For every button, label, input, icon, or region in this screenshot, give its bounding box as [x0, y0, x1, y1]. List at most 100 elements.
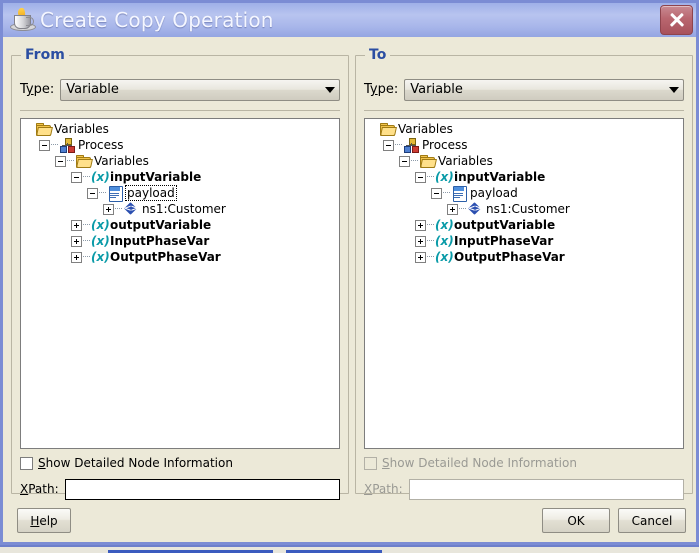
- tree-node-label: ns1:Customer: [142, 202, 226, 216]
- tree-node[interactable]: (x) outputVariable: [21, 217, 339, 233]
- window-title: Create Copy Operation: [40, 8, 274, 32]
- tree-connector: [83, 176, 90, 178]
- xpath-input-from[interactable]: [64, 478, 340, 500]
- panel-from: From Type: Variable Variables Process Variabl…: [11, 47, 349, 500]
- xpath-label-to: XPath:: [364, 482, 403, 496]
- tree-node[interactable]: Variables: [365, 153, 683, 169]
- xpath-input-to: [408, 478, 684, 500]
- separator: [20, 110, 340, 111]
- tree-node-label: payload: [470, 186, 518, 200]
- tree-node[interactable]: (x) InputPhaseVar: [21, 233, 339, 249]
- variable-icon: (x): [435, 170, 454, 184]
- tree-connector: [411, 160, 418, 162]
- expand-icon[interactable]: [71, 251, 82, 263]
- type-row-from: Type: Variable: [20, 78, 340, 101]
- type-label-to: Type:: [364, 82, 399, 97]
- show-detailed-node-information-checkbox-from[interactable]: Show Detailed Node Information: [20, 456, 233, 470]
- tree-node[interactable]: payload: [21, 185, 339, 202]
- close-icon[interactable]: [660, 5, 693, 35]
- xpath-row-from: XPath:: [20, 478, 340, 500]
- variable-icon: (x): [435, 250, 454, 264]
- tree-node[interactable]: (x) OutputPhaseVar: [21, 249, 339, 265]
- tree-node[interactable]: (x) outputVariable: [365, 217, 683, 233]
- tree-node-label: Variables: [54, 122, 109, 136]
- collapse-icon[interactable]: [383, 139, 394, 151]
- show-detailed-node-information-checkbox-to: Show Detailed Node Information: [364, 456, 577, 470]
- tree-node[interactable]: Process: [21, 137, 339, 153]
- collapse-icon[interactable]: [71, 171, 82, 183]
- collapse-icon[interactable]: [399, 155, 410, 167]
- expand-icon[interactable]: [103, 203, 114, 215]
- expand-icon[interactable]: [415, 219, 426, 231]
- tree-node-label: Process: [78, 138, 124, 152]
- tree-connector: [83, 240, 90, 242]
- expand-icon[interactable]: [415, 235, 426, 247]
- tree-node[interactable]: payload: [365, 185, 683, 202]
- tree-node[interactable]: (x) OutputPhaseVar: [365, 249, 683, 265]
- checkbox-box[interactable]: [20, 456, 33, 470]
- tree-node[interactable]: Variables: [21, 153, 339, 169]
- dialog-footer: Help OK Cancel: [3, 498, 696, 542]
- expand-icon[interactable]: [447, 203, 458, 215]
- tree-node[interactable]: Variables: [21, 121, 339, 137]
- tree-node-label: inputVariable: [110, 170, 202, 184]
- type-select-from[interactable]: Variable: [60, 78, 340, 101]
- document-icon: [107, 185, 123, 202]
- expand-icon[interactable]: [71, 219, 82, 231]
- tree-node-label: Process: [422, 138, 468, 152]
- tree-node[interactable]: (x) InputPhaseVar: [365, 233, 683, 249]
- xml-element-icon: < >: [124, 202, 138, 215]
- xpath-row-to: XPath:: [364, 478, 684, 500]
- checkbox-label-to: Show Detailed Node Information: [382, 456, 577, 470]
- collapse-icon[interactable]: [415, 171, 426, 183]
- document-icon: [451, 185, 467, 202]
- collapse-icon[interactable]: [55, 155, 66, 167]
- type-row-to: Type: Variable: [364, 78, 684, 101]
- folder-icon: [379, 121, 397, 137]
- tree-node[interactable]: (x) inputVariable: [21, 169, 339, 185]
- tree-node-label: Variables: [438, 154, 493, 168]
- tree-connector: [427, 256, 434, 258]
- panel-to: To Type: Variable Variables Process Variables…: [355, 47, 693, 500]
- cancel-button[interactable]: Cancel: [618, 508, 686, 533]
- ok-button[interactable]: OK: [542, 508, 610, 533]
- tree-panel-from[interactable]: Variables Process Variables (x) inputVariabl…: [20, 118, 340, 449]
- help-button-label: Help: [30, 513, 58, 528]
- tree-node[interactable]: < > ns1:Customer: [365, 201, 683, 217]
- type-select-value-to: Variable: [410, 82, 463, 97]
- checkbox-box: [364, 456, 377, 470]
- tree-node-label: inputVariable: [454, 170, 546, 184]
- java-coffee-cup-icon: [9, 7, 36, 33]
- group-label-from: From: [21, 47, 69, 63]
- tree-node-label: ns1:Customer: [486, 202, 570, 216]
- taskbar-sliver: [0, 545, 699, 553]
- type-select-value-from: Variable: [66, 82, 119, 97]
- tree-node[interactable]: < > ns1:Customer: [21, 201, 339, 217]
- help-button[interactable]: Help: [17, 508, 71, 533]
- type-select-to[interactable]: Variable: [404, 78, 684, 101]
- expand-icon[interactable]: [71, 235, 82, 247]
- tree-node[interactable]: Process: [365, 137, 683, 153]
- collapse-icon[interactable]: [87, 187, 98, 199]
- folder-icon: [35, 121, 53, 137]
- collapse-icon[interactable]: [431, 187, 442, 199]
- collapse-icon[interactable]: [39, 139, 50, 151]
- ok-button-label: OK: [567, 513, 585, 528]
- variable-tree[interactable]: Variables Process Variables (x) inputVariabl…: [21, 119, 339, 265]
- tree-connector: [427, 240, 434, 242]
- tree-node[interactable]: Variables: [365, 121, 683, 137]
- tree-node[interactable]: (x) inputVariable: [365, 169, 683, 185]
- expand-icon[interactable]: [415, 251, 426, 263]
- variable-tree[interactable]: Variables Process Variables (x) inputVariabl…: [365, 119, 683, 265]
- tree-panel-to[interactable]: Variables Process Variables (x) inputVariabl…: [364, 118, 684, 449]
